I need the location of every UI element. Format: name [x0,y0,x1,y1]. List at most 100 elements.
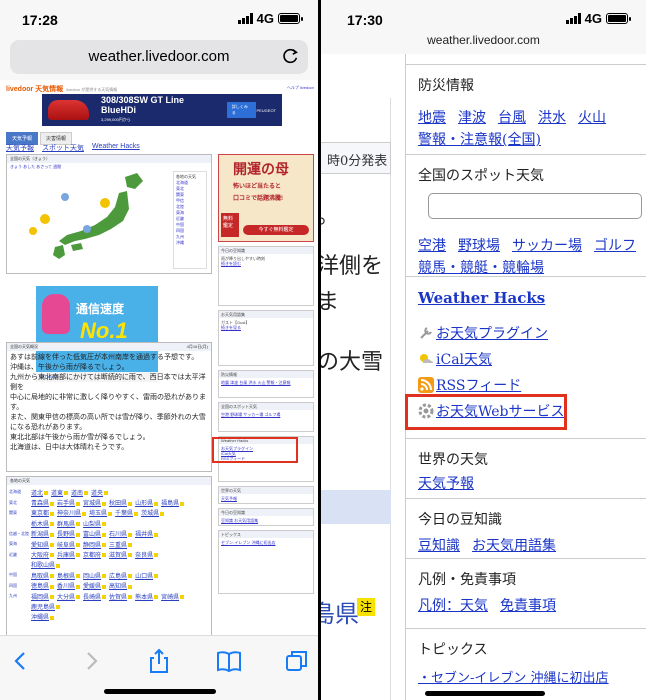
prefecture-region[interactable]: 東北 [9,500,31,506]
prefecture-link[interactable]: 埼玉県 [89,508,112,517]
prefecture-link[interactable]: 高知県 [109,581,132,590]
link-earthquake[interactable]: 地震 [418,107,446,127]
link-typhoon[interactable]: 台風 [498,107,526,127]
prefecture-link[interactable]: 長野県 [57,529,80,538]
prefecture-region[interactable]: 四国 [9,583,31,589]
link-legend[interactable]: 凡例：天気 [418,595,488,615]
prefecture-link[interactable]: 大分県 [57,592,80,601]
prefecture-link[interactable]: 長崎県 [83,592,106,601]
prefecture-link[interactable]: 香川県 [57,581,80,590]
prefecture-link[interactable]: 広島県 [109,571,132,580]
prefecture-region[interactable]: 近畿 [9,552,31,558]
prefecture-link[interactable]: 山梨県 [83,519,106,528]
nav-forecast[interactable]: 天気予報 [6,143,34,153]
prefecture-link[interactable]: 東京都 [31,508,54,517]
hacks-title[interactable]: Weather Hacks [418,289,545,307]
prefecture-link[interactable]: 滋賀県 [109,550,132,559]
prefecture-link[interactable]: 熊本県 [135,592,158,601]
prefecture-link[interactable]: 栃木県 [31,519,54,528]
prefecture-link[interactable]: 奈良県 [135,550,158,559]
region-link[interactable]: 沖縄 [176,240,204,246]
link-golf[interactable]: ゴルフ [594,235,636,255]
address-bar[interactable]: weather.livedoor.com [10,40,308,74]
nav-spot[interactable]: スポット天気 [42,143,84,153]
prefecture-region[interactable]: 北海道 [9,489,31,495]
prefecture-link[interactable]: 青森県 [31,498,54,507]
link-warnings[interactable]: 警報・注意報(全国) [418,129,541,149]
prefecture-region[interactable]: 関東 [9,510,31,516]
prefecture-region[interactable]: 東海 [9,541,31,547]
prefecture-link[interactable]: 山口県 [135,571,158,580]
prefecture-link[interactable]: 道東 [51,488,68,497]
fortune-ad[interactable]: 開運の母 怖いほど当たると 口コミで話題沸騰! 無料鑑定 今すぐ無料鑑定 [218,154,314,242]
prefecture-link[interactable]: 島根県 [57,571,80,580]
prefecture-link[interactable]: 鳥取県 [31,571,54,580]
prefecture-link[interactable]: 道央 [91,488,108,497]
spot-search-input[interactable] [428,193,642,219]
tabs-icon[interactable] [284,648,310,674]
prefecture-link[interactable]: 山形県 [135,498,158,507]
prefecture-link[interactable]: 三重県 [109,540,132,549]
prefecture-link[interactable]: 佐賀県 [109,592,132,601]
prefecture-link[interactable]: 宮崎県 [161,592,184,601]
prefecture-link[interactable]: 群馬県 [57,519,80,528]
prefecture-link[interactable]: 徳島県 [31,581,54,590]
prefecture-link[interactable]: 千葉県 [115,508,138,517]
prefecture-region[interactable]: 九州 [9,593,31,599]
prefecture-link[interactable]: 宮城県 [83,498,106,507]
link-trivia[interactable]: 豆知識 [418,535,460,555]
link-world-forecast[interactable]: 天気予報 [418,473,474,493]
back-icon[interactable] [8,648,34,674]
prefecture-link[interactable]: 大阪府 [31,550,54,559]
bookmarks-icon[interactable] [216,648,242,674]
topic-item[interactable]: ・セブン-イレブン 沖縄に初出店 [418,667,609,686]
hacks-item-rss[interactable]: RSSフィード [418,375,521,395]
prefecture-link[interactable]: 神奈川県 [57,508,86,517]
prefecture-link[interactable]: 愛媛県 [83,581,106,590]
ad-button[interactable]: 詳しくみる [226,102,257,118]
prefecture-link[interactable]: 岡山県 [83,571,106,580]
link-flood[interactable]: 洪水 [538,107,566,127]
reload-icon[interactable] [282,47,300,65]
link-volcano[interactable]: 火山 [578,107,606,127]
link-disclaimer[interactable]: 免責事項 [500,595,556,615]
link-tsunami[interactable]: 津波 [458,107,486,127]
prefecture-link[interactable]: 富山県 [83,529,106,538]
prefecture-link[interactable]: 兵庫県 [57,550,80,559]
prefecture-link[interactable]: 秋田県 [109,498,132,507]
fortune-cta[interactable]: 今すぐ無料鑑定 [243,225,309,235]
prefecture-link[interactable]: 岩手県 [57,498,80,507]
prefecture-link[interactable]: 京都府 [83,550,106,559]
compact-url[interactable]: weather.livedoor.com [321,33,646,47]
nav-hacks[interactable]: Weather Hacks [92,143,140,153]
prefecture-link[interactable]: 福岡県 [31,592,54,601]
prefecture-link[interactable]: 福井県 [135,529,158,538]
prefecture-link[interactable]: 福島県 [161,498,184,507]
prefecture-link[interactable]: 愛知県 [31,540,54,549]
prefecture-link[interactable]: 石川県 [109,529,132,538]
prefecture-link[interactable]: 新潟県 [31,529,54,538]
hacks-item-plugin[interactable]: お天気プラグイン [418,323,548,343]
prefecture-region[interactable]: 中国 [9,572,31,578]
link-airport[interactable]: 空港 [418,235,446,255]
prefecture-link[interactable]: 岐阜県 [57,540,80,549]
prefecture-link[interactable]: 鹿児島県 [31,602,60,611]
bg-pref-link[interactable]: 島県 [321,594,359,629]
prefecture-link[interactable]: 道北 [31,488,48,497]
japan-map[interactable] [15,169,165,269]
prefecture-link[interactable]: 沖縄県 [31,612,54,621]
share-icon[interactable] [146,648,172,674]
link-racing[interactable]: 競馬・競艇・競輪場 [418,257,544,277]
link-glossary[interactable]: お天気用語集 [472,535,556,555]
prefecture-region[interactable]: 信越・北陸 [9,531,31,537]
forward-icon[interactable] [78,648,104,674]
top-links[interactable]: ヘルプ livedoor [287,85,314,91]
prefecture-link[interactable]: 茨城県 [141,508,164,517]
banner-ad[interactable]: 308/308SW GT Line BlueHDi 3,299,000円から 詳し… [42,94,282,126]
prefecture-link[interactable]: 和歌山県 [31,560,60,569]
prefecture-link[interactable]: 道南 [71,488,88,497]
link-soccer[interactable]: サッカー場 [512,235,582,255]
site-logo[interactable]: livedoor 天気情報 livedoor が提供する天気情報 [6,84,117,94]
hacks-item-ical[interactable]: iCal天気 [418,349,492,369]
link-baseball[interactable]: 野球場 [458,235,500,255]
